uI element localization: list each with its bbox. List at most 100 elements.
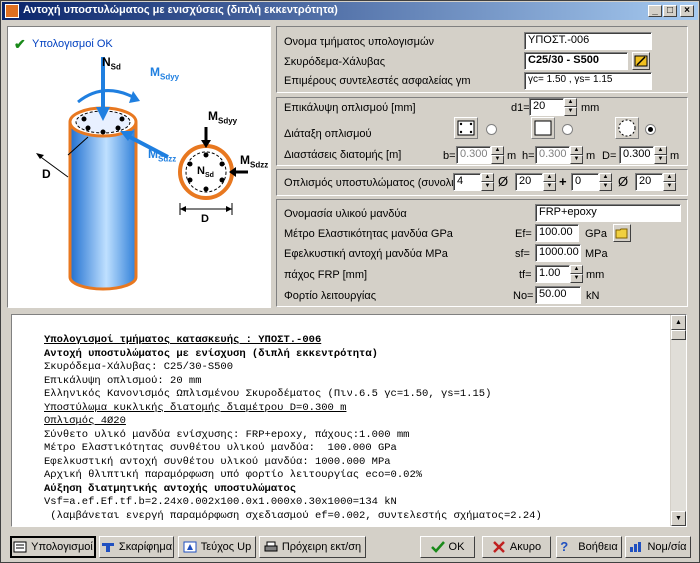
msdyy-label: MSdyy <box>150 65 180 82</box>
calc-icon <box>13 541 27 553</box>
cover-label: Επικάλυψη οπλισμού [mm] <box>284 102 416 114</box>
cover-spinner[interactable]: ▲ ▼ <box>564 98 577 116</box>
sketch-button[interactable]: Σκαρίφημα <box>99 536 174 558</box>
concrete-label: Σκυρόδεμα-Χάλυβας <box>284 56 386 68</box>
help-button[interactable]: ? Βοήθεια <box>556 536 622 558</box>
load-unit: kN <box>586 290 600 302</box>
plus-symbol: + <box>559 174 567 189</box>
h-input[interactable]: 0.300 <box>535 146 570 164</box>
output-line: Αρχική θλιπτική παραμόρφωση υπό φορτίο λ… <box>44 469 423 481</box>
jacket-name-input[interactable]: FRP+epoxy <box>535 204 681 222</box>
report-icon <box>183 541 197 553</box>
modulus-prefix: Ef= <box>515 228 532 240</box>
b-unit: m <box>507 150 517 162</box>
arrangement-circle-icon <box>615 117 639 139</box>
d-unit: m <box>670 150 680 162</box>
modulus-input[interactable]: 100.00 <box>535 224 579 242</box>
scroll-thumb[interactable] <box>671 330 686 340</box>
ok-icon <box>430 541 445 553</box>
msdzz2-label: MSdzz <box>240 153 269 170</box>
main-window: Αντοχή υποστυλώματος με ενισχύσεις (διπλ… <box>0 0 700 563</box>
material-edit-icon[interactable] <box>632 52 650 70</box>
arrangement-circle-radio[interactable] <box>645 124 656 135</box>
h-spinner[interactable]: ▲ ▼ <box>570 146 583 164</box>
window-title: Αντοχή υποστυλώματος με ενισχύσεις (διπλ… <box>23 4 338 16</box>
close-button[interactable]: × <box>680 5 694 17</box>
scroll-down-arrow[interactable]: ▼ <box>671 511 686 526</box>
thickness-unit: mm <box>586 269 605 281</box>
section-name-input[interactable]: ΥΠΟΣΤ.-006 <box>524 32 652 50</box>
thickness-prefix: tf= <box>519 269 532 281</box>
reinf-count-1-spinner[interactable]: ▲ ▼ <box>481 173 494 191</box>
arrangement-rect-icon <box>454 117 478 139</box>
output-line: Μέτρο Ελαστικότητας συνθέτου υλικού μανδ… <box>44 442 397 454</box>
output-textarea[interactable]: Υπολογισμοί τμήματος κατασκευής : ΥΠΟΣΤ.… <box>11 314 687 527</box>
strength-label: Εφελκυστική αντοχή μανδύα MPa <box>284 248 448 260</box>
jacket-name-label: Ονομασία υλικού μανδύα <box>284 208 407 220</box>
diameter-small-label: D <box>201 213 209 225</box>
reinf-count-2-spinner[interactable]: ▲ ▼ <box>599 173 612 191</box>
reinf-diameter-2[interactable]: 20 <box>635 173 663 191</box>
units-button[interactable]: Νομ/σία <box>625 536 691 558</box>
modulus-unit: GPa <box>585 228 608 240</box>
cancel-button[interactable]: Ακυρο <box>482 536 551 558</box>
b-label: b= <box>443 150 456 162</box>
arrangement-rect-radio[interactable] <box>486 124 497 135</box>
reinf-diameter-1[interactable]: 20 <box>515 173 543 191</box>
diameter-label: D <box>42 167 51 181</box>
reinf-diameter-2-spinner[interactable]: ▲ ▼ <box>663 173 676 191</box>
safety-label: Επιμέρους συντελεστές ασφαλείας γm <box>284 75 471 87</box>
folder-open-icon[interactable] <box>613 224 631 242</box>
output-line: Ελληνικός Κανονισμός Ωπλισμένου Σκυροδέμ… <box>44 388 492 400</box>
load-input[interactable]: 50.00 <box>535 286 581 304</box>
output-line: Σύνθετο υλικό μανδύα ενίσχυσης: FRP+epox… <box>44 428 410 441</box>
output-line: Εφελκυστική αντοχή συνθέτου υλικού μανδύ… <box>44 455 391 468</box>
help-icon: ? <box>560 539 569 554</box>
report-button[interactable]: Τεύχος Up <box>178 536 256 558</box>
output-line: Οπλισμός 4Ø20 <box>44 415 126 427</box>
reinf-count-2[interactable]: 0 <box>571 173 599 191</box>
output-line: Αντοχή υποστυλώματος με ενίσχυση (διπλή … <box>44 347 378 360</box>
b-spinner[interactable]: ▲ ▼ <box>491 146 504 164</box>
cover-input[interactable]: 20 <box>529 98 564 116</box>
thickness-input[interactable]: 1.00 <box>535 265 570 283</box>
output-line: Αύξηση διατμητικής αντοχής υποστυλώματος <box>44 482 297 495</box>
sketch-icon <box>101 541 115 553</box>
safety-select[interactable]: γc= 1.50 , γs= 1.15 <box>524 72 652 90</box>
d-input[interactable]: 0.300 <box>619 146 654 164</box>
msdyy2-label: MSdyy <box>208 109 238 126</box>
cover-prefix: d1= <box>511 102 530 114</box>
msdzz-label: MSdzz <box>148 147 177 164</box>
nsd-label: NSd <box>102 55 121 72</box>
strength-unit: MPa <box>585 248 608 260</box>
scroll-up-arrow[interactable]: ▲ <box>671 315 686 330</box>
output-line: Vsf=a.ef.Ef.tf.b=2.24x0.002x100.0x1.000x… <box>44 496 397 508</box>
arrangement-square-radio[interactable] <box>562 124 573 135</box>
strength-input[interactable]: 1000.00 <box>535 244 581 262</box>
load-label: Φορτίο λειτουργίας <box>284 290 376 302</box>
output-text: Υπολογισμοί τμήματος κατασκευής : ΥΠΟΣΤ.… <box>44 334 542 523</box>
h-unit: m <box>586 150 596 162</box>
calc-button[interactable]: Υπολογισμοί <box>10 536 96 558</box>
draft-print-button[interactable]: Πρόχειρη εκτ/ση <box>259 536 366 558</box>
nsd2-label: NSd <box>197 165 214 180</box>
concrete-field[interactable]: C25/30 - S500 <box>524 52 628 70</box>
reinf-count-1[interactable]: 4 <box>453 173 481 191</box>
thickness-spinner[interactable]: ▲ ▼ <box>570 265 583 283</box>
output-line: (λαμβάνεται ενεργή παραμόρφωση σχεδιασμο… <box>44 509 542 522</box>
h-label: h= <box>522 150 535 162</box>
units-icon <box>629 541 643 553</box>
section-name-label: Ονομα τμήματος υπολογισμών <box>284 36 435 48</box>
output-line: Επικάλυψη οπλισμού: 20 mm <box>44 374 202 387</box>
reinf-diameter-1-spinner[interactable]: ▲ ▼ <box>543 173 556 191</box>
cover-unit: mm <box>581 102 600 114</box>
d-label: D= <box>602 150 617 162</box>
ok-button[interactable]: OK <box>420 536 475 558</box>
minimize-button[interactable]: _ <box>648 5 662 17</box>
output-scrollbar[interactable]: ▲ ▼ <box>670 315 686 526</box>
b-input[interactable]: 0.300 <box>456 146 491 164</box>
maximize-button[interactable]: □ <box>663 5 677 17</box>
cancel-icon <box>492 541 506 553</box>
d-spinner[interactable]: ▲ ▼ <box>654 146 667 164</box>
dimensions-label: Διαστάσεις διατομής [m] <box>284 149 402 161</box>
